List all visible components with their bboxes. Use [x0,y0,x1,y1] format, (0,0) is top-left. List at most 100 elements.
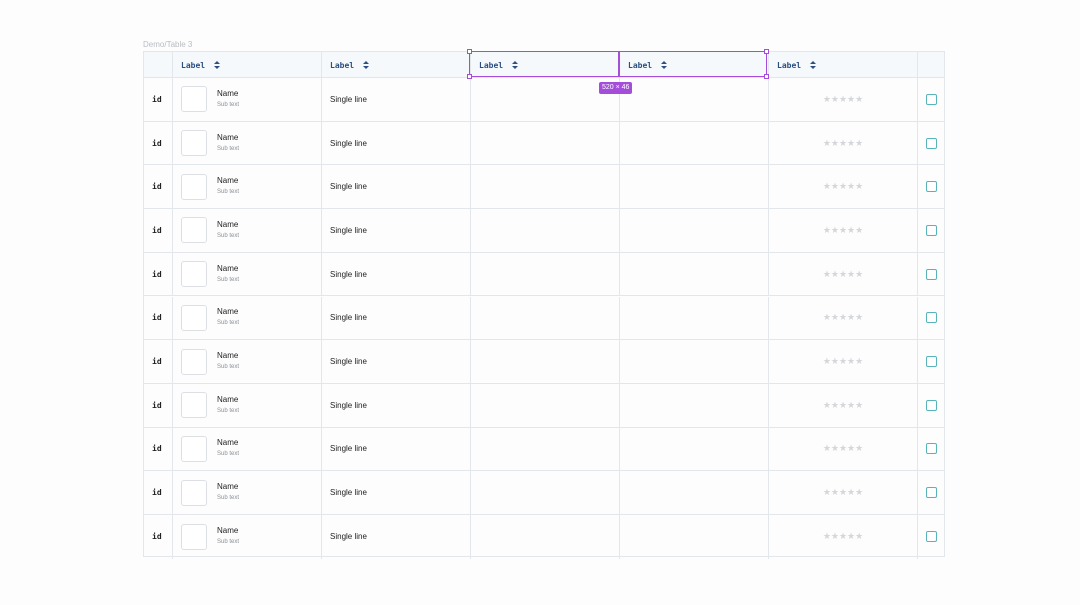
rating-cell: ★★★★★ [769,515,918,559]
table-row[interactable]: id Name Sub text Single line ★★★★★ [144,209,944,253]
star-rating-icon[interactable]: ★★★★★ [769,181,917,192]
empty-cell [471,340,620,383]
name-cell: Name Sub text [173,252,322,296]
row-text: Single line [330,532,367,542]
row-id: id [152,400,162,410]
sort-icon[interactable] [214,60,221,70]
row-checkbox[interactable] [926,487,937,499]
id-cell: id [144,383,173,427]
row-checkbox[interactable] [926,181,937,193]
empty-cell [471,296,620,340]
header-cell-5[interactable]: Label [769,52,918,78]
row-name: Name [217,132,239,142]
empty-cell [471,121,620,165]
row-checkbox[interactable] [926,399,937,411]
table-row[interactable]: id Name Sub text Single line ★★★★★ [144,471,944,515]
id-cell: id [144,121,173,165]
row-id: id [152,488,162,498]
row-checkbox[interactable] [926,268,937,280]
row-checkbox[interactable] [926,531,937,543]
empty-cell [620,209,769,252]
sort-icon[interactable] [810,60,817,70]
star-rating-icon[interactable]: ★★★★★ [769,356,917,367]
empty-cell [471,78,620,121]
empty-cell [471,383,620,427]
row-checkbox[interactable] [926,224,937,236]
header-cell-1[interactable]: Label [173,52,322,78]
star-rating-icon[interactable]: ★★★★★ [769,443,917,454]
table-row[interactable]: id Name Sub text Single line ★★★★★ [144,252,944,297]
row-checkbox[interactable] [926,356,937,368]
id-cell: id [144,165,173,209]
design-canvas[interactable]: Demo/Table 3 Label Label Label Label Lab… [0,0,1080,605]
name-cell: Name Sub text [173,471,322,514]
rating-cell: ★★★★★ [769,427,918,471]
header-cell-4[interactable]: Label [620,52,769,78]
sort-icon[interactable] [363,60,370,70]
empty-cell [620,252,769,296]
row-name: Name [217,351,239,361]
name-block: Name Sub text [217,351,239,372]
star-rating-icon[interactable]: ★★★★★ [769,531,917,542]
row-subtext: Sub text [217,364,240,371]
star-rating-icon[interactable]: ★★★★★ [769,312,917,323]
text-cell: Single line [322,383,471,427]
row-name: Name [217,438,239,448]
row-checkbox[interactable] [926,312,937,324]
table-row[interactable]: id Name Sub text Single line ★★★★★ [144,296,944,341]
name-block: Name Sub text [217,264,239,285]
row-name: Name [217,307,239,317]
row-subtext: Sub text [217,320,240,327]
rating-cell: ★★★★★ [769,340,918,383]
star-rating-icon[interactable]: ★★★★★ [769,225,917,236]
id-cell: id [144,78,173,121]
text-cell: Single line [322,209,471,252]
row-checkbox[interactable] [926,443,937,455]
star-rating-icon[interactable]: ★★★★★ [769,400,917,411]
sort-icon[interactable] [512,60,519,70]
header-cell-3[interactable]: Label [471,52,620,78]
empty-cell [471,165,620,209]
avatar [181,392,207,419]
star-rating-icon[interactable]: ★★★★★ [769,487,917,498]
row-id: id [152,94,162,104]
row-subtext: Sub text [217,276,240,283]
avatar [181,217,207,244]
star-rating-icon[interactable]: ★★★★★ [769,269,917,280]
table-row[interactable]: id Name Sub text Single line ★★★★★ [144,78,944,122]
sort-icon[interactable] [661,60,668,70]
table-row[interactable]: id Name Sub text Single line ★★★★★ [144,165,944,210]
rating-cell: ★★★★★ [769,165,918,209]
star-rating-icon[interactable]: ★★★★★ [769,94,917,105]
table-header: Label Label Label Label Label [144,52,944,78]
text-cell: Single line [322,427,471,471]
header-cell-2[interactable]: Label [322,52,471,78]
row-name: Name [217,219,239,229]
name-block: Name Sub text [217,176,239,197]
dimension-badge: 520 × 46 [599,82,633,94]
row-checkbox[interactable] [926,93,937,105]
id-cell: id [144,471,173,514]
table-row[interactable]: id Name Sub text Single line ★★★★★ [144,427,944,472]
text-cell: Single line [322,252,471,296]
star-rating-icon[interactable]: ★★★★★ [769,138,917,149]
table-row[interactable]: id Name Sub text Single line ★★★★★ [144,121,944,166]
table-row[interactable]: id Name Sub text Single line ★★★★★ [144,383,944,428]
text-cell: Single line [322,515,471,559]
row-text: Single line [330,400,367,410]
row-id: id [152,444,162,454]
empty-cell [620,427,769,471]
row-checkbox[interactable] [926,137,937,149]
row-subtext: Sub text [217,232,240,239]
row-text: Single line [330,138,367,148]
frame-label[interactable]: Demo/Table 3 [143,40,192,49]
rating-cell: ★★★★★ [769,121,918,165]
table-row[interactable]: id Name Sub text Single line ★★★★★ [144,340,944,384]
empty-cell [471,252,620,296]
id-cell: id [144,209,173,252]
row-subtext: Sub text [217,539,240,546]
name-block: Name Sub text [217,89,239,110]
rating-cell: ★★★★★ [769,252,918,296]
row-name: Name [217,88,239,98]
table-row[interactable]: id Name Sub text Single line ★★★★★ [144,515,944,559]
